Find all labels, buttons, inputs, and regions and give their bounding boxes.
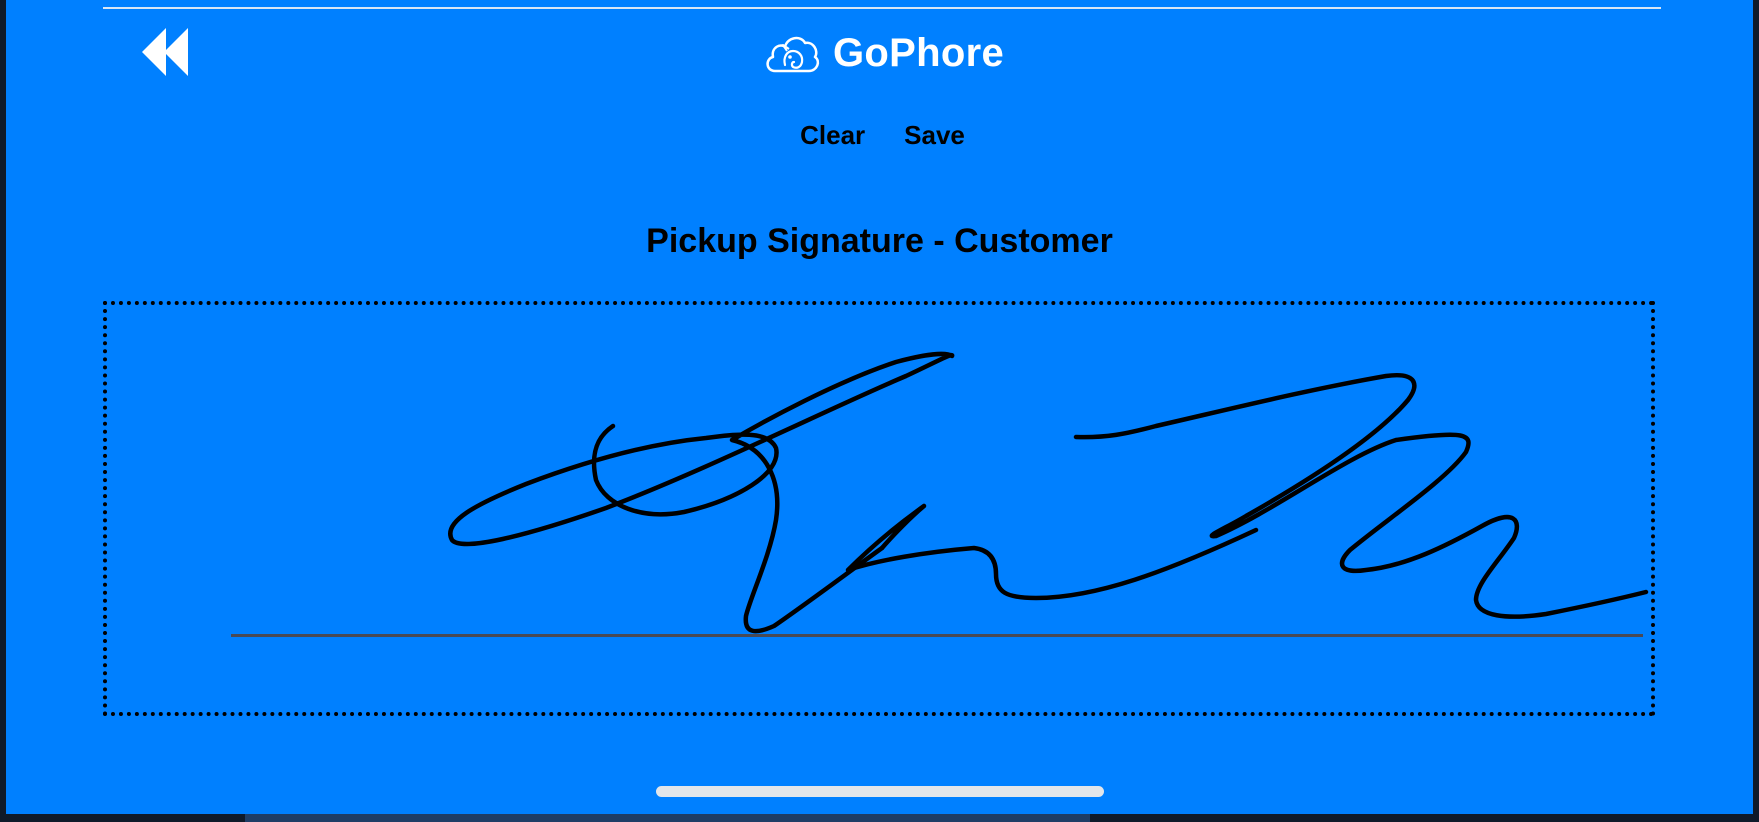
signature-heading: Pickup Signature - Customer [646,222,1113,260]
screen: GoPhore Clear Save Pickup Signature - Cu… [6,0,1753,814]
clear-button[interactable]: Clear [800,120,865,151]
top-divider [103,7,1661,9]
home-indicator [656,786,1104,797]
brand: GoPhore [6,26,1753,80]
signature-pad[interactable] [103,301,1655,716]
bottom-edge [245,814,1090,822]
signature-actions: Clear Save [6,120,1753,151]
save-button[interactable]: Save [904,120,965,151]
signature-baseline [231,634,1643,637]
cloud-dog-logo-icon [766,36,820,73]
brand-title: GoPhore [832,30,1004,75]
